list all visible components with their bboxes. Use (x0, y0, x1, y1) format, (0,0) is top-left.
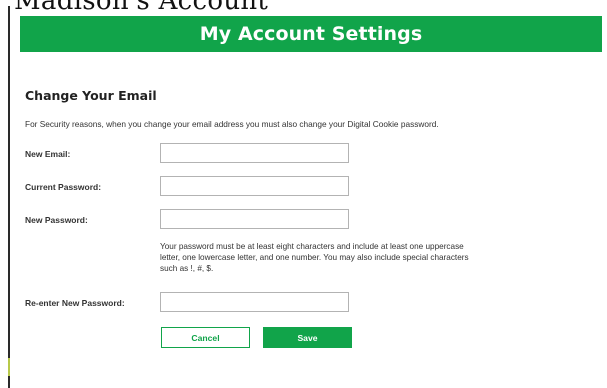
new-password-label: New Password: (25, 215, 88, 225)
new-email-label: New Email: (25, 149, 71, 159)
new-email-field[interactable] (160, 143, 349, 163)
settings-banner: My Account Settings (20, 16, 602, 52)
cropped-page-heading: Madison's Account (14, 0, 269, 16)
reenter-password-field[interactable] (160, 292, 349, 312)
banner-title: My Account Settings (199, 23, 423, 45)
password-requirements-text: Your password must be at least eight cha… (160, 242, 469, 273)
left-border-accent (8, 358, 10, 376)
save-button[interactable]: Save (263, 327, 352, 348)
left-border-rule (8, 6, 10, 388)
current-password-field[interactable] (160, 176, 349, 196)
reenter-password-label: Re-enter New Password: (25, 298, 125, 308)
cancel-button[interactable]: Cancel (161, 327, 250, 348)
new-password-field[interactable] (160, 209, 349, 229)
account-settings-page: Madison's Account My Account Settings Ch… (0, 0, 607, 388)
security-intro-text: For Security reasons, when you change yo… (25, 119, 439, 129)
section-title: Change Your Email (25, 88, 157, 103)
current-password-label: Current Password: (25, 182, 102, 192)
